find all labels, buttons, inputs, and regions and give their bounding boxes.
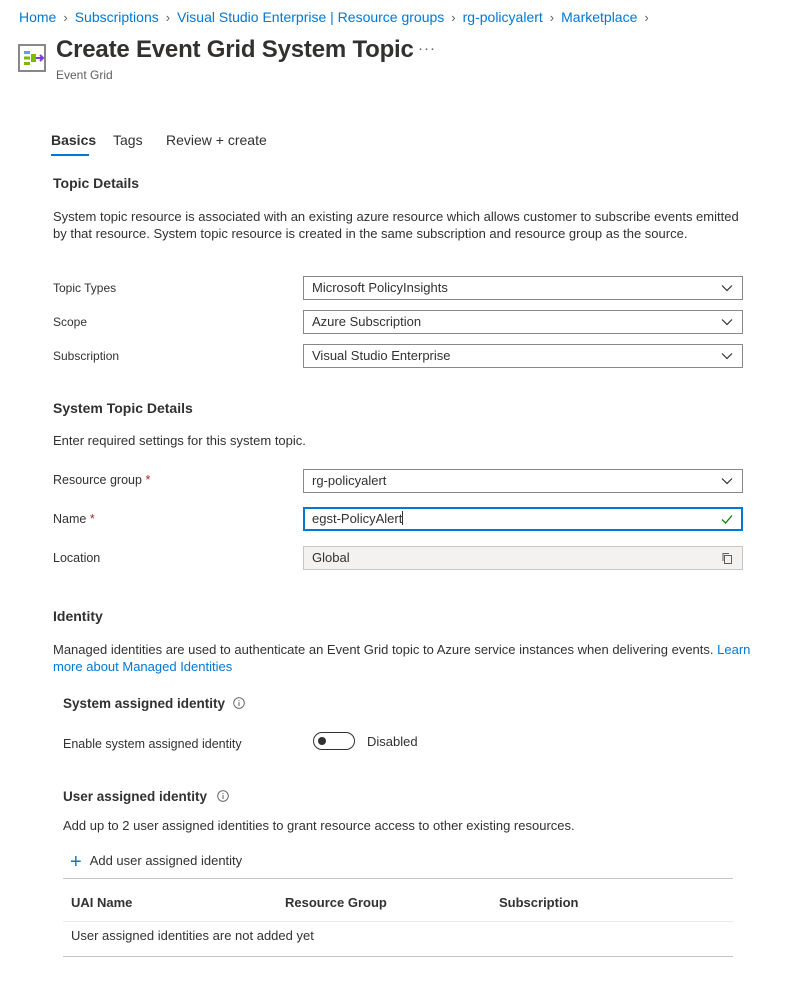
chevron-down-icon <box>721 319 733 326</box>
subscription-dropdown[interactable]: Visual Studio Enterprise <box>303 344 743 368</box>
event-grid-icon <box>18 44 46 72</box>
required-marker: * <box>89 512 95 526</box>
name-input[interactable]: egst-PolicyAlert <box>303 507 743 531</box>
toggle-state-label: Disabled <box>367 734 418 749</box>
topic-details-description: System topic resource is associated with… <box>53 209 739 241</box>
enable-system-identity-label: Enable system assigned identity <box>63 737 242 751</box>
chevron-down-icon <box>721 285 733 292</box>
system-topic-details-description: Enter required settings for this system … <box>53 433 306 448</box>
scope-dropdown[interactable]: Azure Subscription <box>303 310 743 334</box>
subscription-label: Subscription <box>53 349 120 363</box>
topic-types-label: Topic Types <box>53 281 117 295</box>
system-assigned-identity-heading: System assigned identity <box>63 696 226 711</box>
scope-value: Azure Subscription <box>312 314 422 329</box>
breadcrumb-rg-policyalert[interactable]: rg-policyalert <box>463 9 543 25</box>
toggle-knob <box>318 737 326 745</box>
tab-basics[interactable]: Basics <box>51 132 96 148</box>
resource-group-value: rg-policyalert <box>312 473 387 488</box>
topic-details-heading: Topic Details <box>53 175 140 191</box>
subscription-value: Visual Studio Enterprise <box>312 348 451 363</box>
info-icon[interactable] <box>217 790 229 802</box>
identity-heading: Identity <box>53 608 103 624</box>
column-header-subscription: Subscription <box>499 895 579 910</box>
breadcrumb-resource-groups[interactable]: Visual Studio Enterprise | Resource grou… <box>177 9 444 25</box>
more-options-button[interactable]: ··· <box>418 40 436 57</box>
chevron-right-icon: › <box>165 10 171 25</box>
user-assigned-identity-heading: User assigned identity <box>63 789 208 804</box>
chevron-right-icon: › <box>644 10 649 25</box>
table-empty-message: User assigned identities are not added y… <box>71 928 314 943</box>
table-bottom-border <box>63 956 733 957</box>
breadcrumb: Home › Subscriptions › Visual Studio Enterpr… <box>19 9 656 25</box>
plus-icon: + <box>70 851 82 873</box>
column-header-resource-group: Resource Group <box>285 895 387 910</box>
location-field: Global <box>303 546 743 570</box>
tab-review-create[interactable]: Review + create <box>166 132 267 148</box>
topic-types-dropdown[interactable]: Microsoft PolicyInsights <box>303 276 743 300</box>
resource-group-label: Resource group * <box>53 473 151 487</box>
column-header-uai-name: UAI Name <box>71 895 133 910</box>
text-caret <box>402 511 404 525</box>
required-marker: * <box>145 473 151 487</box>
resource-group-dropdown[interactable]: rg-policyalert <box>303 469 743 493</box>
name-input-value: egst-PolicyAlert <box>312 511 404 526</box>
copy-icon[interactable] <box>721 552 733 564</box>
system-topic-details-heading: System Topic Details <box>53 400 193 416</box>
table-top-border <box>63 878 733 879</box>
add-user-identity-button[interactable]: + Add user assigned identity <box>70 851 242 874</box>
identity-description: Managed identities are used to authentic… <box>53 642 751 674</box>
checkmark-icon <box>721 515 733 524</box>
name-label: Name * <box>53 512 95 526</box>
user-assigned-description: Add up to 2 user assigned identities to … <box>63 818 575 833</box>
scope-label: Scope <box>53 315 88 329</box>
system-identity-toggle[interactable] <box>313 732 355 750</box>
breadcrumb-home[interactable]: Home <box>19 9 56 25</box>
active-tab-indicator <box>51 154 89 156</box>
page-subtitle: Event Grid <box>56 68 113 82</box>
location-label: Location <box>53 551 101 565</box>
chevron-down-icon <box>721 353 733 360</box>
breadcrumb-marketplace[interactable]: Marketplace <box>561 9 637 25</box>
breadcrumb-subscriptions[interactable]: Subscriptions <box>75 9 159 25</box>
chevron-right-icon: › <box>549 10 555 25</box>
chevron-right-icon: › <box>63 10 68 25</box>
page-title: Create Event Grid System Topic <box>56 36 414 63</box>
chevron-down-icon <box>721 478 733 485</box>
info-icon[interactable] <box>233 697 245 709</box>
location-value: Global <box>312 550 350 565</box>
chevron-right-icon: › <box>451 10 456 25</box>
table-header-divider <box>63 921 733 922</box>
topic-types-value: Microsoft PolicyInsights <box>312 280 448 295</box>
tab-tags[interactable]: Tags <box>113 132 143 148</box>
